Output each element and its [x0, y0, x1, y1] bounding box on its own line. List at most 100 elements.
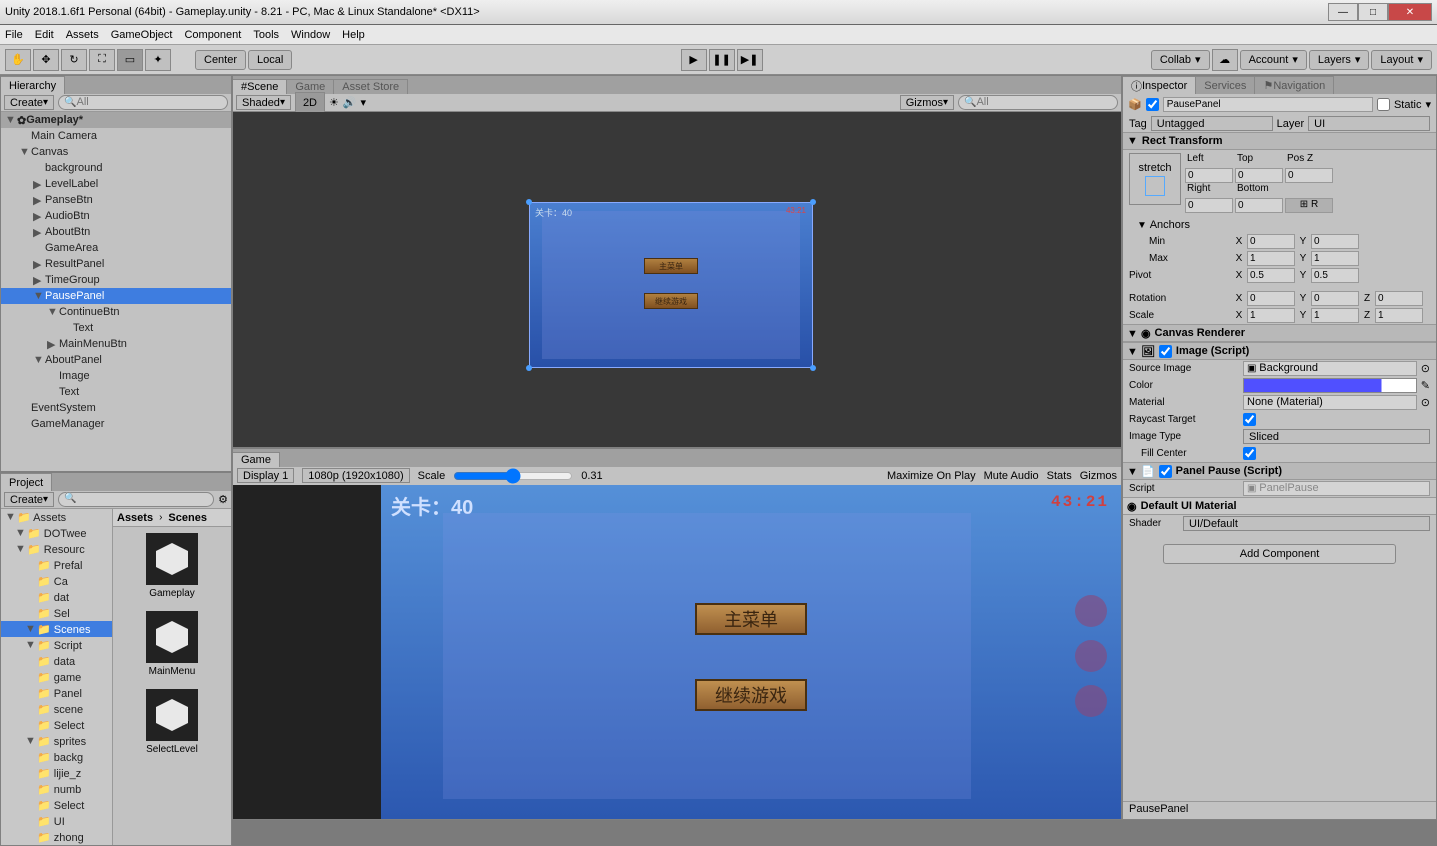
asset-item[interactable]: SelectLevel [113, 683, 231, 761]
menu-component[interactable]: Component [184, 29, 241, 41]
image-type-dropdown[interactable]: Sliced [1243, 429, 1430, 444]
mute-toggle[interactable]: Mute Audio [984, 470, 1039, 482]
material-header[interactable]: ◉ Default UI Material [1123, 497, 1436, 515]
asset-item[interactable]: Gameplay [113, 527, 231, 605]
play-button[interactable]: ▶ [681, 49, 707, 71]
project-folder[interactable]: 📁 Ca [1, 573, 112, 589]
project-tab[interactable]: Project [1, 473, 52, 491]
hierarchy-item[interactable]: ▶MainMenuBtn [1, 336, 231, 352]
asset-item[interactable]: MainMenu [113, 605, 231, 683]
breadcrumb[interactable]: Assets › Scenes [113, 509, 231, 527]
rot-x[interactable] [1247, 291, 1295, 306]
project-folder[interactable]: 📁 data [1, 653, 112, 669]
hand-tool[interactable]: ✋ [5, 49, 31, 71]
pivot-rotation[interactable]: Local [248, 50, 292, 70]
project-folder[interactable]: ▼📁 DOTwee [1, 525, 112, 541]
active-checkbox[interactable] [1146, 98, 1159, 111]
rot-z[interactable] [1375, 291, 1423, 306]
hierarchy-item[interactable]: ▼AboutPanel [1, 352, 231, 368]
project-create[interactable]: Create ▾ [4, 492, 54, 507]
hierarchy-item[interactable]: ▶AudioBtn [1, 208, 231, 224]
hierarchy-item[interactable]: ▶AboutBtn [1, 224, 231, 240]
canvas-renderer-header[interactable]: ▼ ◉ Canvas Renderer [1123, 324, 1436, 342]
project-folder[interactable]: 📁 scene [1, 701, 112, 717]
menu-tools[interactable]: Tools [253, 29, 279, 41]
top-input[interactable] [1235, 168, 1283, 183]
project-folder[interactable]: ▼📁 Assets [1, 509, 112, 525]
rect-transform-header[interactable]: ▼ Rect Transform [1123, 132, 1436, 150]
picker-icon[interactable]: ⊙ [1421, 396, 1430, 409]
add-component-button[interactable]: Add Component [1163, 544, 1396, 564]
scale-slider[interactable] [453, 468, 573, 484]
rotate-tool[interactable]: ↻ [61, 49, 87, 71]
inspector-tab[interactable]: ⓘ Inspector [1123, 76, 1196, 94]
continue-btn-preview[interactable]: 继续游戏 [644, 293, 698, 309]
side-icon-1[interactable] [1075, 595, 1107, 627]
project-folder[interactable]: ▼📁 Script [1, 637, 112, 653]
resolution-dropdown[interactable]: 1080p (1920x1080) [302, 468, 409, 483]
picker-icon[interactable]: ⊙ [1421, 362, 1430, 375]
blueprint-btn[interactable]: ⊞ R [1285, 198, 1333, 213]
hierarchy-item[interactable]: Text [1, 320, 231, 336]
scene-search[interactable]: 🔍All [958, 95, 1118, 110]
hierarchy-item[interactable]: ▶PanseBtn [1, 192, 231, 208]
project-folder[interactable]: 📁 Select [1, 717, 112, 733]
cloud-button[interactable]: ☁ [1212, 49, 1238, 71]
anchor-preset[interactable]: stretch [1129, 153, 1181, 205]
audio-icon[interactable]: 🔊 [343, 96, 357, 109]
project-folder[interactable]: ▼📁 Resourc [1, 541, 112, 557]
handle-tr[interactable] [810, 199, 816, 205]
bottom-input[interactable] [1235, 198, 1283, 213]
navigation-tab[interactable]: ⚑ Navigation [1255, 76, 1334, 94]
menu-assets[interactable]: Assets [66, 29, 99, 41]
anchor-max-y[interactable] [1311, 251, 1359, 266]
raycast-checkbox[interactable] [1243, 413, 1256, 426]
hierarchy-item[interactable]: ▼ContinueBtn [1, 304, 231, 320]
project-search[interactable]: 🔍 [58, 492, 214, 507]
hierarchy-item[interactable]: Text [1, 384, 231, 400]
side-icon-3[interactable] [1075, 685, 1107, 717]
light-icon[interactable]: ☀ [329, 96, 339, 109]
asset-store-tab[interactable]: Asset Store [334, 79, 408, 94]
game-main-menu-btn[interactable]: 主菜单 [695, 603, 807, 635]
pivot-mode[interactable]: Center [195, 50, 246, 70]
hierarchy-item[interactable]: EventSystem [1, 400, 231, 416]
shading-mode[interactable]: Shaded ▾ [236, 95, 291, 110]
material-field[interactable]: None (Material) [1243, 395, 1417, 410]
rot-y[interactable] [1311, 291, 1359, 306]
hierarchy-create[interactable]: Create ▾ [4, 95, 54, 110]
left-input[interactable] [1185, 168, 1233, 183]
project-folder[interactable]: 📁 numb [1, 781, 112, 797]
pivot-y[interactable] [1311, 268, 1359, 283]
2d-toggle[interactable]: 2D [295, 92, 325, 114]
gameobject-name[interactable] [1163, 97, 1373, 112]
hierarchy-item[interactable]: GameManager [1, 416, 231, 432]
hierarchy-item[interactable]: ▼PausePanel [1, 288, 231, 304]
hierarchy-item[interactable]: Image [1, 368, 231, 384]
maximize-button[interactable]: □ [1358, 3, 1388, 21]
project-folder[interactable]: ▼📁 sprites [1, 733, 112, 749]
hierarchy-item[interactable]: GameArea [1, 240, 231, 256]
move-tool[interactable]: ✥ [33, 49, 59, 71]
layout-dropdown[interactable]: Layout ▾ [1371, 50, 1432, 70]
anchor-max-x[interactable] [1247, 251, 1295, 266]
collab-dropdown[interactable]: Collab ▾ [1151, 50, 1210, 70]
scene-header[interactable]: ▼✿ Gameplay* [1, 112, 231, 128]
project-folder[interactable]: 📁 zhong [1, 829, 112, 845]
shader-dropdown[interactable]: UI/Default [1183, 516, 1430, 531]
fill-center-checkbox[interactable] [1243, 447, 1256, 460]
main-menu-btn-preview[interactable]: 主菜单 [644, 258, 698, 274]
maximize-toggle[interactable]: Maximize On Play [887, 470, 976, 482]
menu-gameobject[interactable]: GameObject [111, 29, 173, 41]
scale-x[interactable] [1247, 308, 1295, 323]
project-folder[interactable]: 📁 Select [1, 797, 112, 813]
color-field[interactable] [1243, 378, 1417, 393]
hierarchy-search[interactable]: 🔍All [58, 95, 228, 110]
eyedropper-icon[interactable]: ✎ [1421, 379, 1430, 392]
project-folder[interactable]: 📁 Sel [1, 605, 112, 621]
hierarchy-item[interactable]: Main Camera [1, 128, 231, 144]
project-folder[interactable]: 📁 backg [1, 749, 112, 765]
menu-window[interactable]: Window [291, 29, 330, 41]
project-folder[interactable]: ▼📁 Scenes [1, 621, 112, 637]
game-continue-btn[interactable]: 继续游戏 [695, 679, 807, 711]
